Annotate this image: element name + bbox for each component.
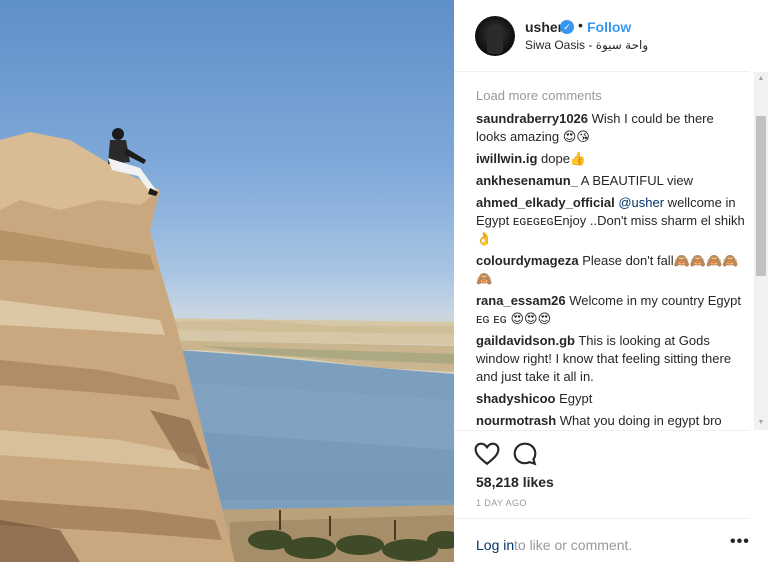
- avatar[interactable]: [475, 16, 515, 56]
- post-photo: [0, 0, 454, 562]
- comment-username[interactable]: shadyshicoo: [476, 391, 555, 406]
- comment-username[interactable]: ankhesenamun_: [476, 173, 578, 188]
- comment-item: rana_essam26 Welcome in my country Egypt…: [476, 292, 746, 328]
- comment-item: ahmed_elkady_official @usher wellcome in…: [476, 194, 746, 248]
- comment-item: shadyshicoo Egypt: [476, 390, 746, 408]
- comment-item: gaildavidson.gb This is looking at Gods …: [476, 332, 746, 386]
- separator-dot: •: [578, 17, 583, 33]
- comment-username[interactable]: nourmotrash: [476, 413, 556, 428]
- comment-username[interactable]: rana_essam26: [476, 293, 566, 308]
- comment-item: nourmotrash What you doing in egypt bro: [476, 412, 746, 430]
- comment-text: A BEAUTIFUL view: [577, 173, 693, 188]
- comment-text: Egypt: [555, 391, 593, 406]
- scroll-down-arrow-icon[interactable]: ▼: [754, 416, 768, 430]
- comment-username[interactable]: saundraberry1026: [476, 111, 588, 126]
- likes-count[interactable]: 58,218 likes: [476, 474, 554, 490]
- location-link[interactable]: Siwa Oasis - واحة سيوة: [525, 38, 648, 52]
- avatar-silhouette: [487, 24, 503, 54]
- scroll-up-arrow-icon[interactable]: ▲: [754, 72, 768, 86]
- post-header: usher ✓ • Follow Siwa Oasis - واحة سيوة: [454, 0, 750, 72]
- load-more-comments-button[interactable]: Load more comments: [476, 88, 746, 104]
- heart-icon[interactable]: [474, 441, 500, 467]
- comment-username[interactable]: colourdymageza: [476, 253, 579, 268]
- more-options-icon[interactable]: •••: [730, 533, 750, 551]
- login-prompt-text: to like or comment.: [514, 537, 633, 553]
- comment-username[interactable]: ahmed_elkady_official: [476, 195, 615, 210]
- comment-mention-link[interactable]: @usher: [615, 195, 664, 210]
- post-timestamp[interactable]: 1 DAY AGO: [476, 498, 527, 508]
- post-actions: 58,218 likes 1 DAY AGO: [454, 430, 750, 518]
- comments-scrollbar[interactable]: ▲ ▼: [754, 72, 768, 430]
- siwa-oasis-landscape: [0, 128, 454, 562]
- login-prompt-bar: Log in to like or comment. •••: [454, 518, 750, 562]
- scrollbar-thumb[interactable]: [756, 116, 766, 276]
- comment-text: What you doing in egypt bro: [556, 413, 722, 428]
- comment-item: saundraberry1026 Wish I could be there l…: [476, 110, 746, 146]
- comment-text: dope👍: [537, 151, 587, 166]
- verified-badge-icon: ✓: [560, 20, 574, 34]
- comment-username[interactable]: gaildavidson.gb: [476, 333, 575, 348]
- comment-item: ankhesenamun_ A BEAUTIFUL view: [476, 172, 746, 190]
- comment-username[interactable]: iwillwin.ig: [476, 151, 537, 166]
- follow-button[interactable]: Follow: [587, 19, 631, 35]
- comment-icon[interactable]: [512, 441, 538, 467]
- login-link[interactable]: Log in: [476, 537, 514, 553]
- comment-item: iwillwin.ig dope👍: [476, 150, 746, 168]
- comments-list: Load more comments saundraberry1026 Wish…: [476, 88, 746, 430]
- username[interactable]: usher: [525, 19, 563, 35]
- comment-item: colourdymageza Please don't fall🙈🙈🙈🙈🙈: [476, 252, 746, 288]
- post-sidebar: usher ✓ • Follow Siwa Oasis - واحة سيوة …: [454, 0, 768, 562]
